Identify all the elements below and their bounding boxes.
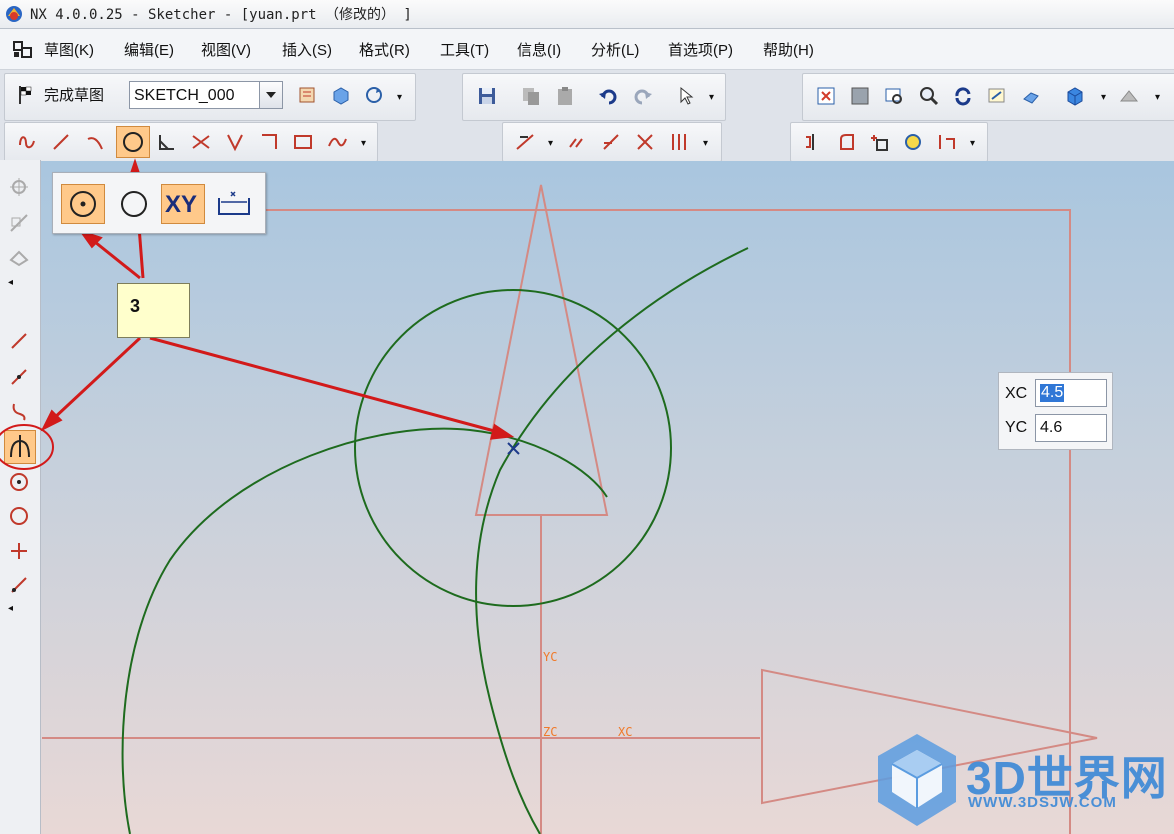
xc-value: 4.5 <box>1040 384 1065 402</box>
yc-axis-label: YC <box>543 650 558 664</box>
parameter-entry-button[interactable] <box>211 184 255 224</box>
yc-label: YC <box>1005 419 1028 436</box>
dimension-entry-icon <box>218 191 250 215</box>
callout-label: 3 <box>130 296 141 316</box>
sketch-arc-large <box>475 247 749 834</box>
yc-input[interactable]: 4.6 <box>1035 414 1107 442</box>
center-point-button[interactable] <box>61 184 105 224</box>
xc-label: XC <box>1005 385 1028 402</box>
xy-coordinate-button[interactable]: XY <box>161 184 205 224</box>
step-callout: 3 <box>117 283 190 338</box>
circle-point-button[interactable] <box>111 184 155 224</box>
watermark-url: WWW.3DSJW.COM <box>968 794 1117 811</box>
coordinate-input-box: XC 4.5 YC 4.6 <box>998 372 1113 450</box>
yc-value: 4.6 <box>1040 419 1063 436</box>
reference-triangle <box>474 184 609 516</box>
point-type-popup: XY <box>52 172 266 234</box>
sketch-arc-lower <box>121 427 608 834</box>
watermark: 3D世界网 WWW.3DSJW.COM <box>872 728 1172 833</box>
highlight-ellipse <box>0 424 54 470</box>
circle-point-icon <box>121 191 147 217</box>
center-point-icon <box>70 191 96 217</box>
zc-axis-label: ZC <box>543 725 558 739</box>
xc-axis-label: XC <box>618 725 633 739</box>
intersection-marker <box>507 442 520 455</box>
xy-label: XY <box>165 191 198 218</box>
cube-logo-icon <box>878 734 956 826</box>
xc-input[interactable]: 4.5 <box>1035 379 1107 407</box>
